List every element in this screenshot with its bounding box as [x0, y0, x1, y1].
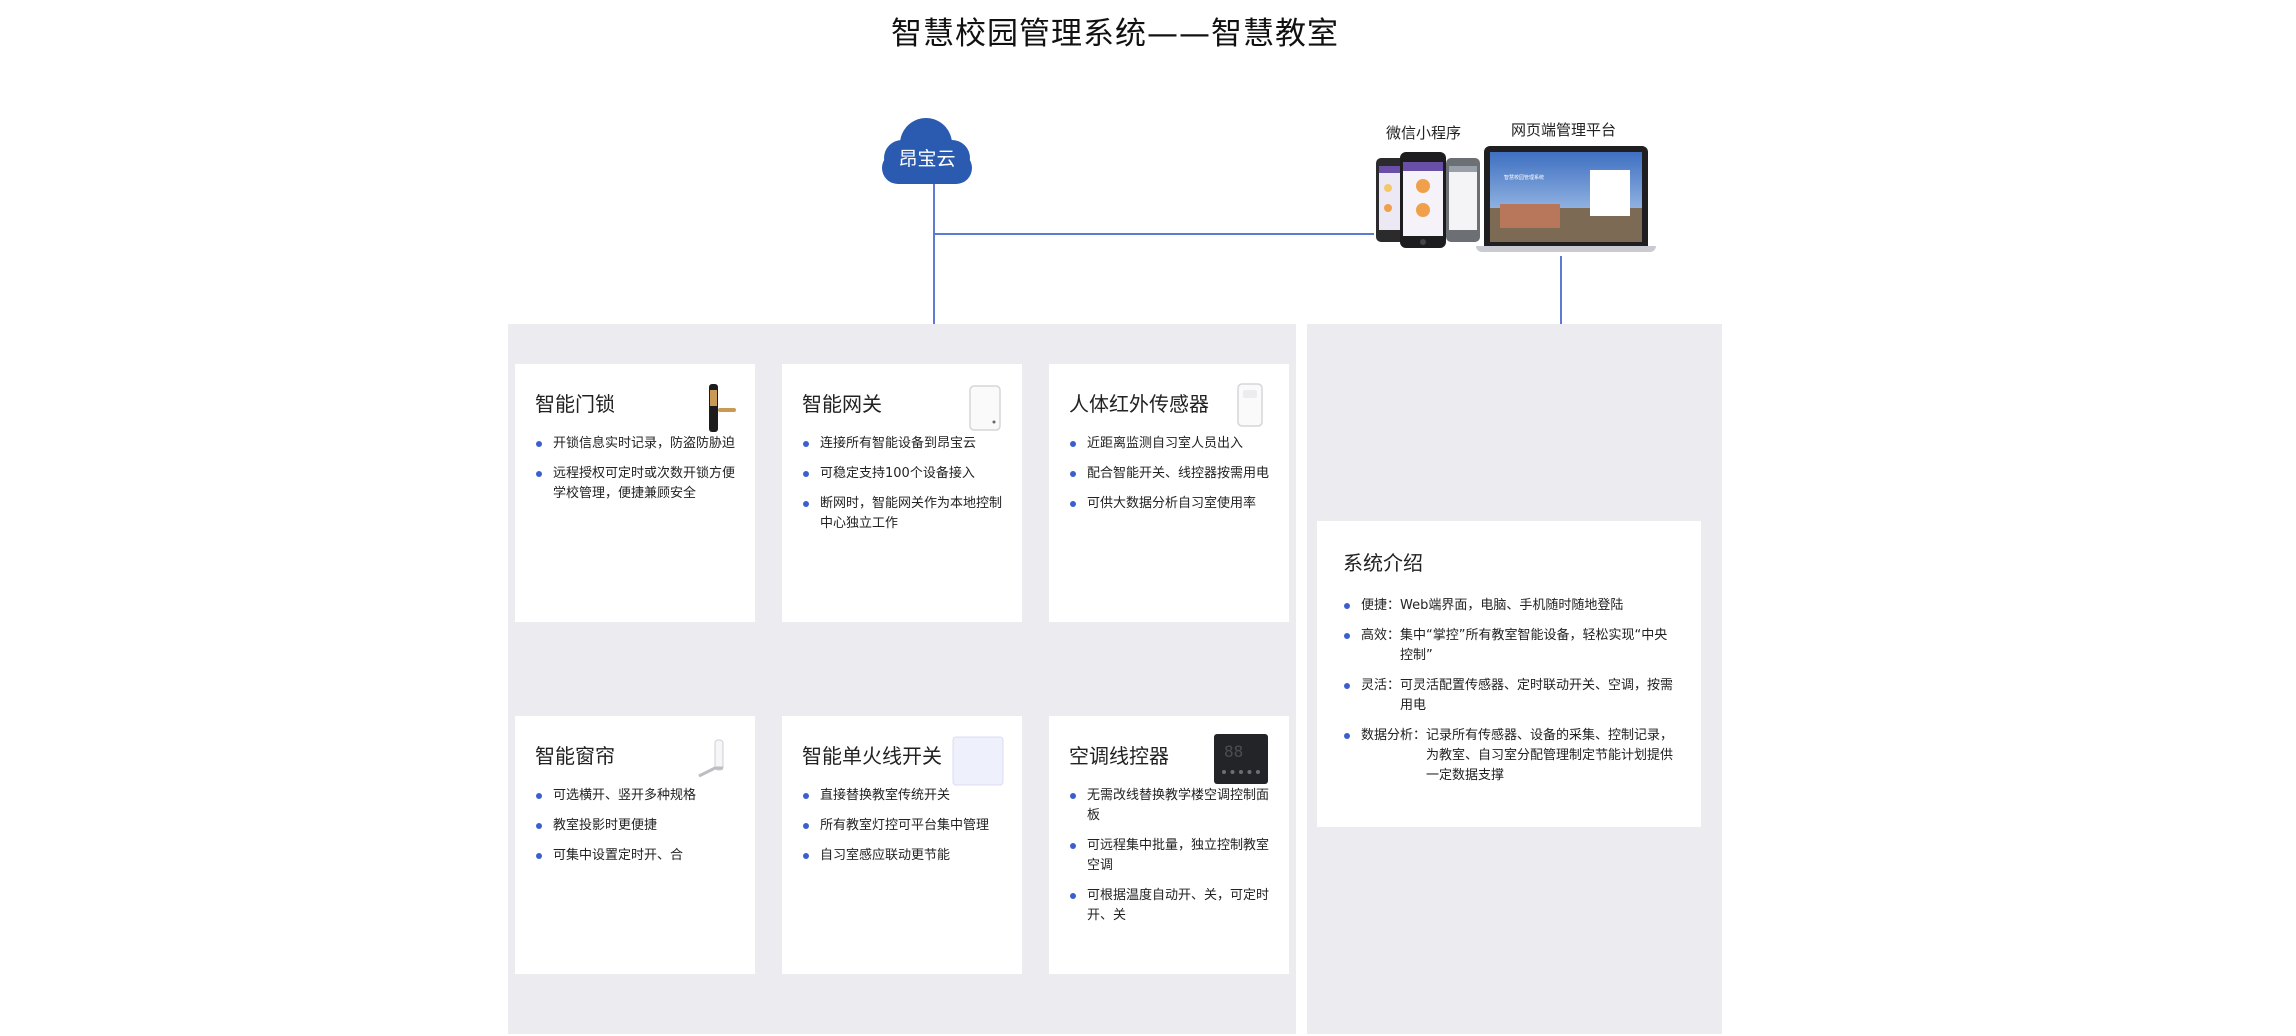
curtain-motor-icon [698, 739, 724, 778]
door-lock-icon [709, 384, 736, 432]
list-item: 无需改线替换教学楼空调控制面板 [1069, 786, 1269, 826]
cloud-vertical-connector [933, 178, 935, 324]
intro-list: 便捷： Web端界面，电脑、手机随时随地登陆 高效： 集中“掌控”所有教室智能设… [1343, 596, 1675, 786]
cloud-label: 昂宝云 [898, 148, 956, 170]
mini-program-label: 微信小程序 [1386, 124, 1462, 142]
card-bullets: 连接所有智能设备到昂宝云 可稳定支持100个设备接入 断网时，智能网关作为本地控… [802, 434, 1002, 534]
card-wall-switch: 智能单火线开关 直接替换教室传统开关 所有教室灯控可平台集中管理 自习室感应联动… [782, 716, 1022, 974]
list-item: 断网时，智能网关作为本地控制中心独立工作 [802, 494, 1002, 534]
card-bullets: 近距离监测自习室人员出入 配合智能开关、线控器按需用电 可供大数据分析自习室使用… [1069, 434, 1269, 514]
page-title: 智慧校园管理系统——智慧教室 [891, 16, 1339, 52]
intro-item: 数据分析： 记录所有传感器、设备的采集、控制记录，为教室、自习室分配管理制定节能… [1343, 726, 1675, 786]
intro-key: 高效： [1361, 628, 1401, 643]
intro-value: 可灵活配置传感器、定时联动开关、空调，按需用电 [1400, 678, 1674, 713]
wall-switch-icon [952, 736, 1004, 786]
intro-item: 灵活： 可灵活配置传感器、定时联动开关、空调，按需用电 [1343, 676, 1675, 716]
intro-item: 便捷： Web端界面，电脑、手机随时随地登陆 [1343, 596, 1675, 616]
gateway-icon [969, 385, 1001, 431]
intro-key: 数据分析： [1361, 728, 1427, 743]
intro-value: Web端界面，电脑、手机随时随地登陆 [1400, 598, 1624, 613]
list-item: 近距离监测自习室人员出入 [1069, 434, 1269, 454]
cloud-to-devices-connector [934, 233, 1374, 235]
ac-controller-icon: 88 [1214, 734, 1268, 784]
list-item: 可远程集中批量，独立控制教室空调 [1069, 836, 1269, 876]
infrared-sensor-icon [1237, 383, 1263, 427]
intro-item: 高效： 集中“掌控”所有教室智能设备，轻松实现“中央控制” [1343, 626, 1675, 666]
list-item: 远程授权可定时或次数开锁方便学校管理，便捷兼顾安全 [535, 464, 735, 504]
list-item: 自习室感应联动更节能 [802, 846, 1002, 866]
list-item: 可根据温度自动开、关，可定时开、关 [1069, 886, 1269, 926]
card-ac-controller: 空调线控器 88 无需改线替换教学楼空调控制面板 可远程集中批量，独立控制教室空… [1049, 716, 1289, 974]
list-item: 开锁信息实时记录，防盗防胁迫 [535, 434, 735, 454]
intro-title: 系统介绍 [1343, 551, 1423, 575]
laptop-image: 智慧校园管理系统 [1476, 146, 1656, 258]
intro-key: 灵活： [1361, 678, 1401, 693]
system-intro-card: 系统介绍 便捷： Web端界面，电脑、手机随时随地登陆 高效： 集中“掌控”所有… [1317, 521, 1701, 827]
ac-display: 88 [1224, 742, 1244, 761]
intro-value: 集中“掌控”所有教室智能设备，轻松实现“中央控制” [1400, 628, 1668, 663]
list-item: 可供大数据分析自习室使用率 [1069, 494, 1269, 514]
list-item: 配合智能开关、线控器按需用电 [1069, 464, 1269, 484]
laptop-vertical-connector [1560, 256, 1562, 324]
list-item: 直接替换教室传统开关 [802, 786, 1002, 806]
ac-buttons [1222, 770, 1260, 779]
card-gateway: 智能网关 连接所有智能设备到昂宝云 可稳定支持100个设备接入 断网时，智能网关… [782, 364, 1022, 622]
intro-key: 便捷： [1361, 598, 1401, 613]
web-screen-heading: 智慧校园管理系统 [1504, 175, 1545, 181]
intro-value: 记录所有传感器、设备的采集、控制记录，为教室、自习室分配管理制定节能计划提供一定… [1426, 728, 1674, 783]
list-item: 可集中设置定时开、合 [535, 846, 735, 866]
web-platform-label: 网页端管理平台 [1511, 121, 1617, 139]
list-item: 可稳定支持100个设备接入 [802, 464, 1002, 484]
card-bullets: 无需改线替换教学楼空调控制面板 可远程集中批量，独立控制教室空调 可根据温度自动… [1069, 786, 1269, 926]
card-smart-lock: 智能门锁 开锁信息实时记录，防盗防胁迫 远程授权可定时或次数开锁方便学校管理，便… [515, 364, 755, 622]
card-curtain: 智能窗帘 可选横开、竖开多种规格 教室投影时更便捷 可集中设置定时开、合 [515, 716, 755, 974]
login-box [1590, 170, 1630, 216]
card-infrared-sensor: 人体红外传感器 近距离监测自习室人员出入 配合智能开关、线控器按需用电 可供大数… [1049, 364, 1289, 622]
card-bullets: 直接替换教室传统开关 所有教室灯控可平台集中管理 自习室感应联动更节能 [802, 786, 1002, 866]
list-item: 所有教室灯控可平台集中管理 [802, 816, 1002, 836]
card-bullets: 开锁信息实时记录，防盗防胁迫 远程授权可定时或次数开锁方便学校管理，便捷兼顾安全 [535, 434, 735, 504]
list-item: 连接所有智能设备到昂宝云 [802, 434, 1002, 454]
phones-image [1376, 152, 1480, 248]
list-item: 可选横开、竖开多种规格 [535, 786, 735, 806]
card-bullets: 可选横开、竖开多种规格 教室投影时更便捷 可集中设置定时开、合 [535, 786, 735, 866]
list-item: 教室投影时更便捷 [535, 816, 735, 836]
